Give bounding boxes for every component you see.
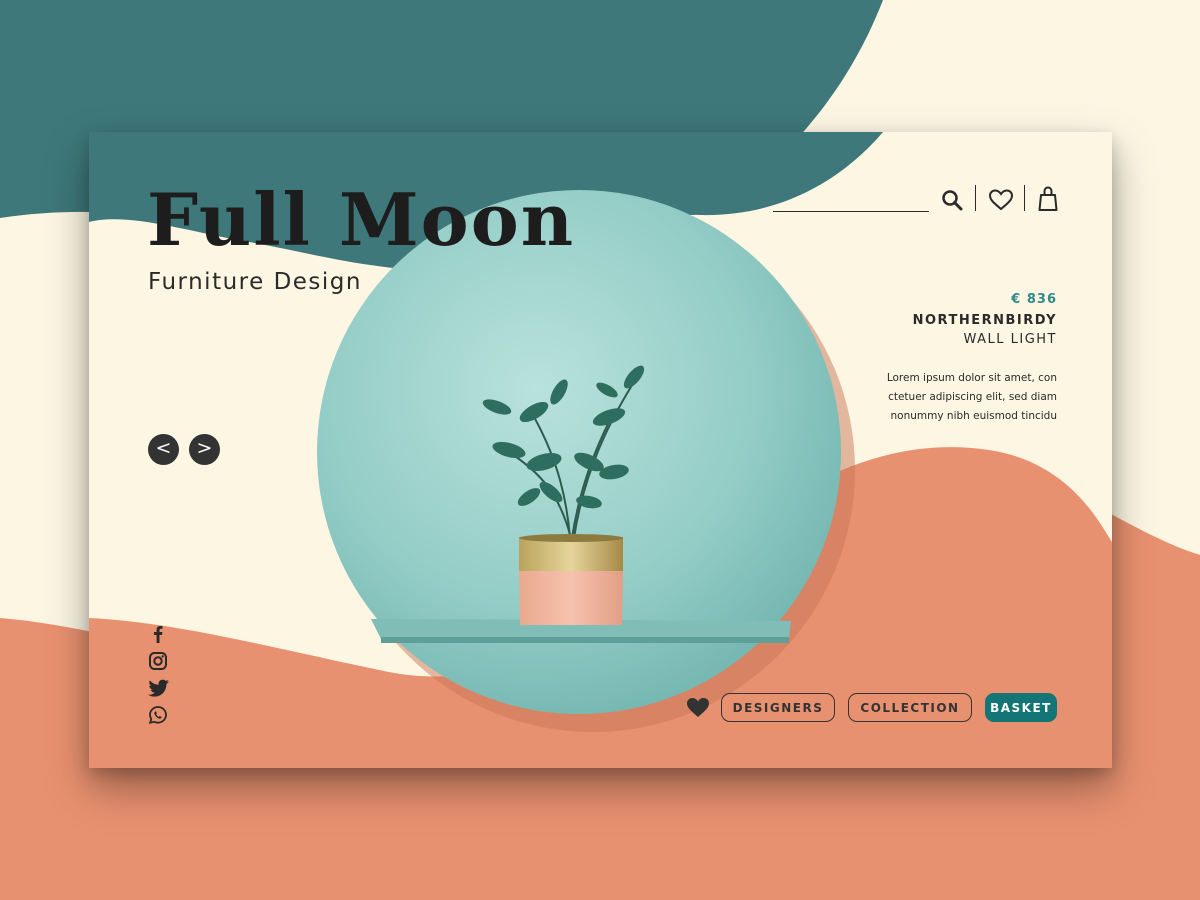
page-title: Full Moon (147, 177, 576, 262)
page-subtitle: Furniture Design (148, 269, 362, 295)
designers-button[interactable]: DESIGNERS (721, 693, 835, 722)
whatsapp-icon[interactable] (148, 705, 168, 725)
product-type: WALL LIGHT (963, 332, 1057, 347)
hero-card: Full Moon Furniture Design € 836 NORTHER… (89, 132, 1112, 768)
description-line: nonummy nibh euismod tincidu (890, 410, 1057, 422)
favorite-heart-icon[interactable] (686, 697, 710, 718)
description-line: ctetuer adipiscing elit, sed diam (888, 391, 1057, 403)
header-divider (975, 185, 976, 211)
search-input[interactable] (773, 211, 929, 212)
twitter-icon[interactable] (148, 678, 170, 698)
collection-button[interactable]: COLLECTION (848, 693, 972, 722)
next-button[interactable]: > (189, 434, 220, 465)
moon-plant-image (317, 190, 841, 714)
heart-icon[interactable] (988, 189, 1014, 211)
description-line: Lorem ipsum dolor sit amet, con (886, 372, 1057, 384)
product-description: Lorem ipsum dolor sit amet, con ctetuer … (877, 369, 1057, 426)
product-name: NORTHERNBIRDY (912, 313, 1057, 328)
instagram-icon[interactable] (148, 651, 168, 671)
facebook-icon[interactable] (148, 624, 168, 644)
basket-button[interactable]: BASKET (985, 693, 1057, 722)
shopping-bag-icon[interactable] (1038, 186, 1058, 212)
header-divider (1024, 185, 1025, 211)
product-price: € 836 (1011, 292, 1057, 307)
prev-button[interactable]: < (148, 434, 179, 465)
search-icon[interactable] (941, 189, 963, 211)
